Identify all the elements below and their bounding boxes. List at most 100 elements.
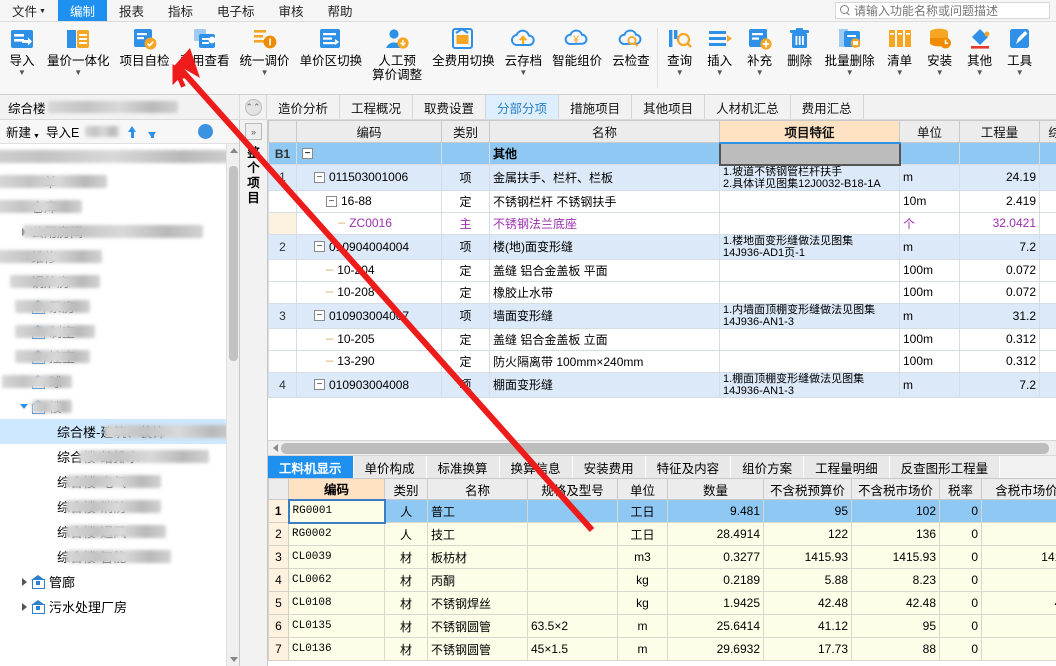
unit-cell[interactable]: m [617,614,668,638]
quantity-cell[interactable]: 0.3277 [667,545,764,569]
menu-item-zhibiao[interactable]: 指标 [156,0,205,21]
tax-rate-cell[interactable]: 0 [939,545,982,569]
name-cell[interactable]: 楼(地)面变形缝 [489,233,720,260]
tree-node[interactable]: 污水处理厂房 [0,594,239,619]
name-cell[interactable]: 不锈钢法兰底座 [489,211,720,235]
chevron-down-icon[interactable]: ▼ [676,69,684,77]
bottom-tab-2[interactable]: 标准换算 [426,456,500,478]
bottom-grid-col-5[interactable]: 单位 [617,478,668,500]
name-cell[interactable]: 金属扶手、栏杆、栏板 [489,164,720,191]
unit-cell[interactable]: 100m [899,327,960,351]
spec-cell[interactable] [527,591,618,615]
code-cell[interactable]: RG0001 [287,498,386,524]
extra-cell[interactable] [1039,189,1056,213]
quantity-cell[interactable] [959,142,1040,165]
feature-cell[interactable] [719,349,900,373]
category-cell[interactable]: 人 [384,522,428,546]
ribbon-button-quantity-price[interactable]: 量价一体化 ▼ [42,22,115,77]
table-row[interactable]: —10-208 定 橡胶止水带 100m 0.072 [268,280,1056,304]
unit-cell[interactable]: kg [617,591,668,615]
table-row[interactable]: 6 CL0135 材 不锈钢圆管 63.5×2 m 25.6414 41.12 95 0 [268,614,1056,638]
table-row[interactable]: 1 RG0001 人 普工 工日 9.481 95 102 0 [268,498,1056,524]
bottom-grid-col-9[interactable]: 税率 [939,478,982,500]
tree-scrollbar[interactable] [226,144,239,666]
tree-node[interactable] [0,144,239,169]
extra-cell[interactable] [1039,164,1056,191]
spec-cell[interactable] [527,522,618,546]
category-cell[interactable]: 材 [384,637,428,661]
extra-cell[interactable] [1039,142,1056,165]
ribbon-button-cloud-check[interactable]: 云检查 [607,22,655,68]
bottom-tab-0[interactable]: 工料机显示 [268,456,354,478]
ribbon-button-smart-pricing[interactable]: ¥ 智能组价 [547,22,607,68]
bottom-tab-3[interactable]: 换算信息 [499,456,573,478]
taxed-market-price-cell[interactable]: 1415 [981,545,1056,569]
ribbon-button-insert[interactable]: 插入 ▼ [700,22,740,77]
name-cell[interactable]: 墙面变形缝 [489,302,720,329]
table-row[interactable]: 4 CL0062 材 丙酮 kg 0.2189 5.88 8.23 08 [268,568,1056,592]
chevron-down-icon[interactable]: ▼ [896,69,904,77]
unit-cell[interactable]: 100m [899,258,960,282]
table-row[interactable]: —10-204 定 盖缝 铝合金盖板 平面 100m 0.072 [268,258,1056,282]
unit-cell[interactable]: kg [617,568,668,592]
market-price-cell[interactable]: 1415.93 [851,545,940,569]
feature-cell[interactable] [719,327,900,351]
new-button[interactable]: 新建 ▼ [6,122,40,141]
chevron-right-icon[interactable] [17,602,31,611]
tab-0[interactable]: 造价分析 [266,95,341,119]
quantity-cell[interactable]: 2.419 [959,189,1040,213]
extra-cell[interactable] [1039,349,1056,373]
unit-cell[interactable]: m [899,302,960,329]
tree-node[interactable]: 综合楼-给排水 [0,444,239,469]
collapse-toggle-icon[interactable]: − [314,379,325,390]
bottom-grid-col-3[interactable]: 名称 [427,478,528,500]
chevron-down-icon[interactable]: ▼ [716,69,724,77]
category-cell[interactable]: 定 [441,327,490,351]
extra-cell[interactable] [1039,233,1056,260]
feature-cell[interactable]: 1.棚面顶棚变形缝做法见图集 14J936-AN1-3 [719,371,900,398]
unit-cell[interactable]: 100m [899,349,960,373]
name-cell[interactable]: 防火隔离带 100mm×240mm [489,349,720,373]
tree-node[interactable]: 管廊 [0,569,239,594]
ribbon-button-delete[interactable]: 删除 [780,22,820,68]
name-cell[interactable]: 不锈钢栏杆 不锈钢扶手 [489,189,720,213]
tab-6[interactable]: 人材机汇总 [705,95,791,119]
code-cell[interactable]: —10-208 [296,280,442,304]
name-cell[interactable]: 棚面变形缝 [489,371,720,398]
tree-node[interactable]: 综合楼-建筑、装饰 [0,419,239,444]
tree-node[interactable]: 楼 [0,394,239,419]
category-cell[interactable]: 定 [441,189,490,213]
quantity-cell[interactable]: 25.6414 [667,614,764,638]
name-cell[interactable]: 丙酮 [427,568,528,592]
table-row[interactable]: 3 CL0039 材 板枋材 m3 0.3277 1415.93 1415.93 0 1415 [268,545,1056,569]
name-cell[interactable]: 盖缝 铝合金盖板 平面 [489,258,720,282]
spec-cell[interactable] [527,545,618,569]
tree-node[interactable]: 球 [0,369,239,394]
search-input[interactable] [854,3,1039,18]
feature-cell[interactable] [718,141,901,166]
table-row[interactable]: 4 −010903004008 项 棚面变形缝 1.棚面顶棚变形缝做法见图集 14J936… [268,371,1056,398]
unit-cell[interactable]: m [899,233,960,260]
budget-price-cell[interactable]: 41.12 [763,614,852,638]
table-row[interactable]: 1 −011503001006 项 金属扶手、栏杆、栏板 1.坡道不锈钢管栏杆扶手 2.具… [268,164,1056,191]
category-cell[interactable]: 定 [441,280,490,304]
scroll-down-icon[interactable] [227,653,239,666]
tax-rate-cell[interactable]: 0 [939,591,982,615]
tree-node[interactable]: 仓库 [0,194,239,219]
chevron-down-icon[interactable]: ▼ [74,69,82,77]
category-cell[interactable]: 材 [384,568,428,592]
ribbon-button-query[interactable]: 查询 ▼ [660,22,700,77]
tab-2[interactable]: 取费设置 [413,95,487,119]
bottom-tab-7[interactable]: 工程量明细 [804,456,890,478]
expand-strip[interactable]: » 整个项目 [240,120,268,666]
main-grid-col-1[interactable]: 编码 [296,120,442,143]
scroll-left-icon[interactable] [269,442,281,455]
quantity-cell[interactable]: 7.2 [959,233,1040,260]
ribbon-button-project-check[interactable]: 项目自检 [115,22,175,68]
quantity-cell[interactable]: 28.4914 [667,522,764,546]
category-cell[interactable]: 定 [441,349,490,373]
bottom-grid-col-2[interactable]: 类别 [384,478,428,500]
unit-cell[interactable]: m3 [617,545,668,569]
feature-cell[interactable]: 1.内墙面顶棚变形缝做法见图集 14J936-AN1-3 [719,302,900,329]
table-row[interactable]: 2 −010904004004 项 楼(地)面变形缝 1.楼地面变形缝做法见图集 14J9… [268,233,1056,260]
